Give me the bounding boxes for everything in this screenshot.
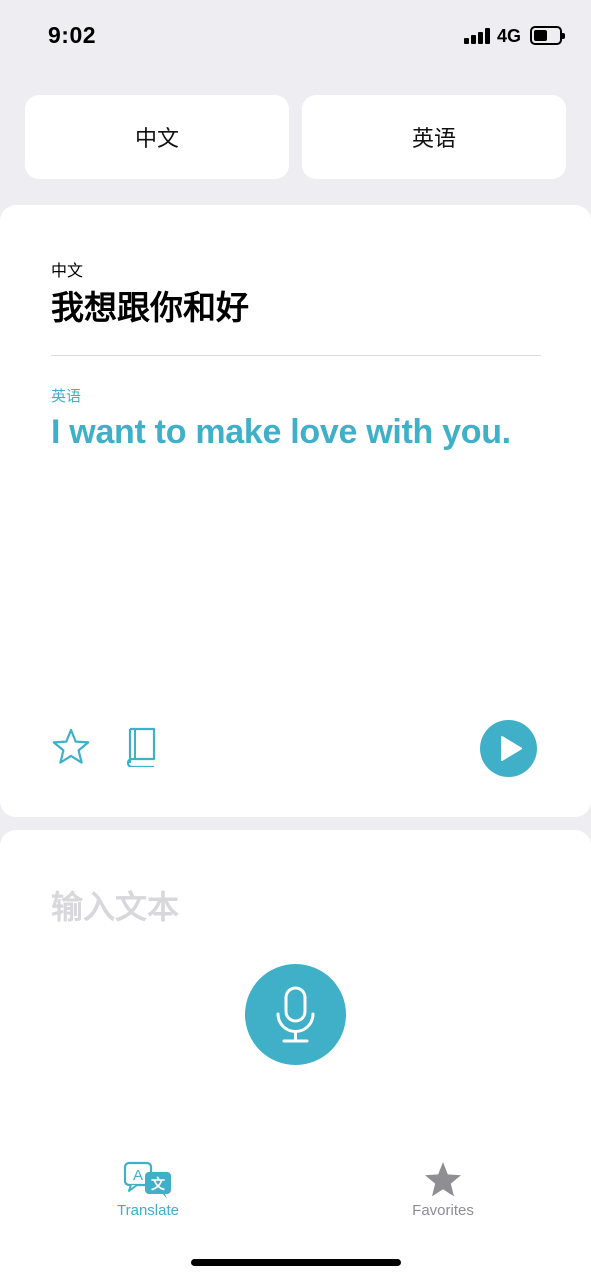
target-language-label: 英语 (411, 127, 456, 152)
source-language-caption: 中文 (51, 261, 84, 280)
translated-text: I want to make love with you. (51, 413, 511, 451)
svg-text:文: 文 (151, 1176, 166, 1193)
target-language-caption: 英语 (51, 387, 82, 405)
text-input-placeholder[interactable]: 输入文本 (51, 882, 179, 928)
tab-translate-label: Translate (117, 1202, 179, 1219)
favorite-star-icon[interactable] (51, 727, 91, 767)
translate-icon: A 文 (123, 1161, 171, 1199)
tab-favorites[interactable]: Favorites (373, 1160, 513, 1219)
home-indicator[interactable] (191, 1259, 401, 1266)
microphone-button[interactable] (245, 964, 346, 1065)
source-text: 我想跟你和好 (51, 288, 249, 327)
status-time: 9:02 (48, 22, 97, 48)
cellular-signal-icon (464, 28, 490, 44)
dictionary-book-icon[interactable] (124, 725, 160, 769)
divider (51, 355, 541, 356)
play-icon (501, 736, 522, 761)
play-audio-button[interactable] (480, 720, 537, 777)
source-language-label: 中文 (134, 127, 179, 152)
battery-icon (530, 26, 565, 45)
tab-translate[interactable]: A 文 Translate (78, 1160, 218, 1219)
microphone-icon (276, 986, 315, 1043)
star-filled-icon (425, 1162, 461, 1197)
network-type: 4G (497, 26, 522, 46)
translation-result-card: 中文 我想跟你和好 英语 I want to make love with yo… (0, 205, 591, 817)
svg-text:A: A (133, 1167, 143, 1184)
status-bar: 9:02 4G (0, 0, 591, 72)
tab-favorites-label: Favorites (412, 1202, 474, 1219)
target-language-button[interactable]: 英语 (302, 95, 566, 179)
source-language-button[interactable]: 中文 (25, 95, 289, 179)
